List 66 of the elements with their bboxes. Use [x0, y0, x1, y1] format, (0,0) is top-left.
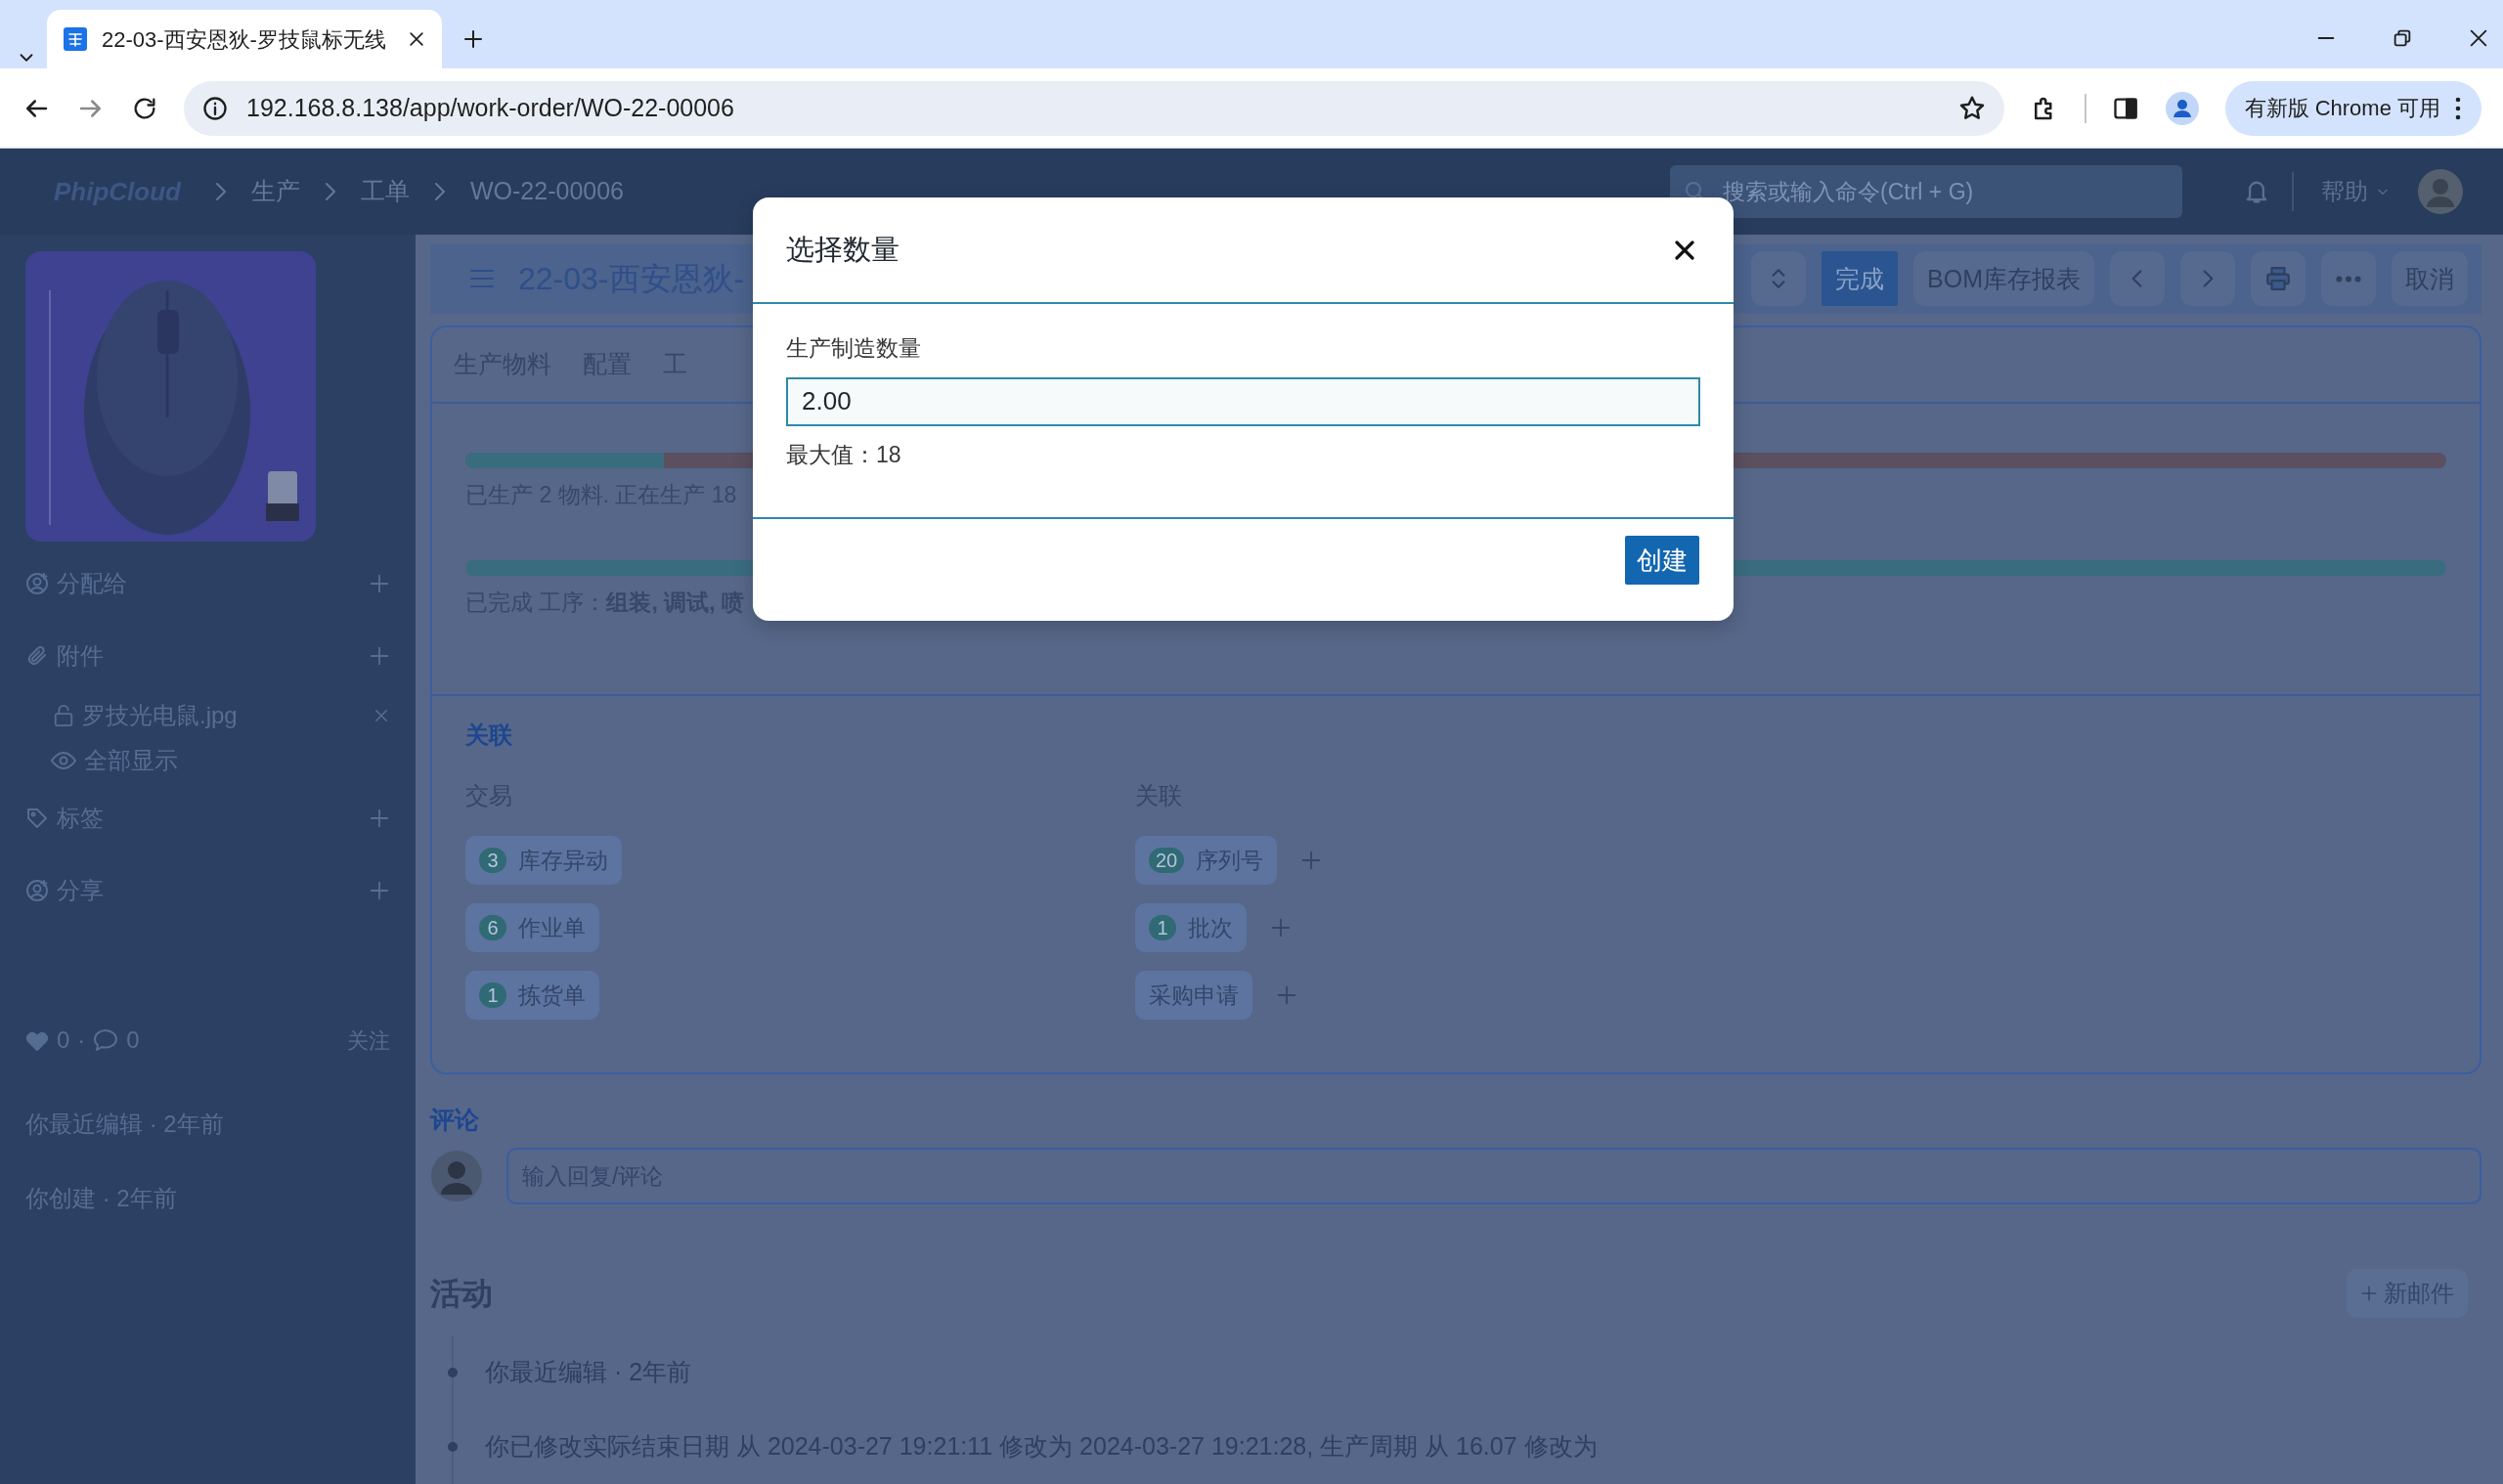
- avatar-icon: [430, 1150, 483, 1202]
- breadcrumb-link[interactable]: 工单: [361, 173, 410, 210]
- plus-icon: [369, 645, 390, 667]
- add-button[interactable]: [369, 880, 390, 901]
- heart-icon[interactable]: [25, 1029, 49, 1051]
- printer-icon: [2265, 266, 2291, 292]
- url-text: 192.168.8.138/app/work-order/WO-22-00006: [246, 92, 735, 123]
- speech-bubble-icon[interactable]: [93, 1028, 119, 1052]
- search-field[interactable]: 搜索或输入命令(Ctrl + G): [1721, 173, 2169, 210]
- restore-icon[interactable]: [2392, 27, 2413, 49]
- count-badge: 1: [1149, 915, 1176, 940]
- eye-icon: [51, 751, 76, 770]
- dialog-title: 选择数量: [786, 232, 900, 267]
- remove-button[interactable]: [373, 707, 390, 724]
- select-button[interactable]: [1751, 251, 1807, 307]
- info-icon[interactable]: [201, 94, 229, 122]
- field-hint: 最大值：18: [786, 440, 902, 469]
- print-button[interactable]: [2251, 251, 2305, 307]
- count-badge: 3: [479, 848, 506, 873]
- section-title: 关联: [465, 720, 513, 750]
- close-icon[interactable]: [2468, 27, 2489, 49]
- search-bar[interactable]: 搜索或输入命令(Ctrl + G): [1670, 165, 2182, 218]
- menu-icon[interactable]: [2454, 95, 2462, 121]
- plus-icon: [1270, 917, 1292, 938]
- lock-icon: [53, 704, 74, 727]
- plus-icon: [1300, 850, 1323, 871]
- next-button[interactable]: [2180, 251, 2235, 307]
- plus-icon: [369, 573, 390, 594]
- add-button[interactable]: [369, 807, 390, 829]
- paperclip-icon: [25, 644, 49, 668]
- tag-icon: [25, 807, 49, 830]
- plus-icon: [369, 880, 390, 901]
- address-bar[interactable]: 192.168.8.138/app/work-order/WO-22-00006: [184, 80, 2004, 136]
- quantity-field[interactable]: 2.00: [786, 376, 1700, 426]
- breadcrumb-link[interactable]: WO-22-00006: [470, 173, 624, 210]
- prev-button[interactable]: [2110, 251, 2165, 307]
- close-icon: [373, 707, 390, 724]
- separator-dot: ·: [77, 1026, 86, 1055]
- timeline-dot: [448, 1442, 458, 1452]
- profile-icon[interactable]: [2164, 90, 2200, 126]
- section-title: 评论: [430, 1104, 480, 1135]
- create-button[interactable]: 创建: [1625, 536, 1699, 585]
- close-icon: [1673, 238, 1696, 262]
- field-label: 生产制造数量: [786, 334, 922, 363]
- plus-icon: [2360, 1285, 2378, 1302]
- plus-icon: [1276, 984, 1297, 1006]
- tab-title: 22-03-西安恩狄-罗技鼠标无线: [102, 25, 387, 54]
- favicon-icon: [63, 26, 88, 52]
- update-button[interactable]: 有新版 Chrome 可用: [2224, 80, 2481, 136]
- add-button[interactable]: [369, 573, 390, 594]
- add-button[interactable]: [369, 645, 390, 667]
- timeline-dot: [448, 1368, 458, 1377]
- more-button[interactable]: [2321, 251, 2376, 307]
- plus-icon: [369, 807, 390, 829]
- close-icon[interactable]: [407, 29, 426, 49]
- browser-tab[interactable]: 22-03-西安恩狄-罗技鼠标无线: [47, 10, 442, 68]
- user-plus-icon: [25, 879, 49, 902]
- new-tab-icon[interactable]: [461, 27, 485, 51]
- complete-button[interactable]: 完成: [1822, 251, 1899, 307]
- avatar-icon[interactable]: [2417, 168, 2464, 215]
- count-badge: 6: [479, 915, 506, 940]
- ellipsis-icon: [2336, 275, 2361, 283]
- count-badge: 20: [1149, 848, 1185, 873]
- count-badge: 1: [479, 982, 506, 1008]
- breadcrumb-link[interactable]: 生产: [251, 173, 300, 210]
- user-plus-icon: [25, 572, 49, 595]
